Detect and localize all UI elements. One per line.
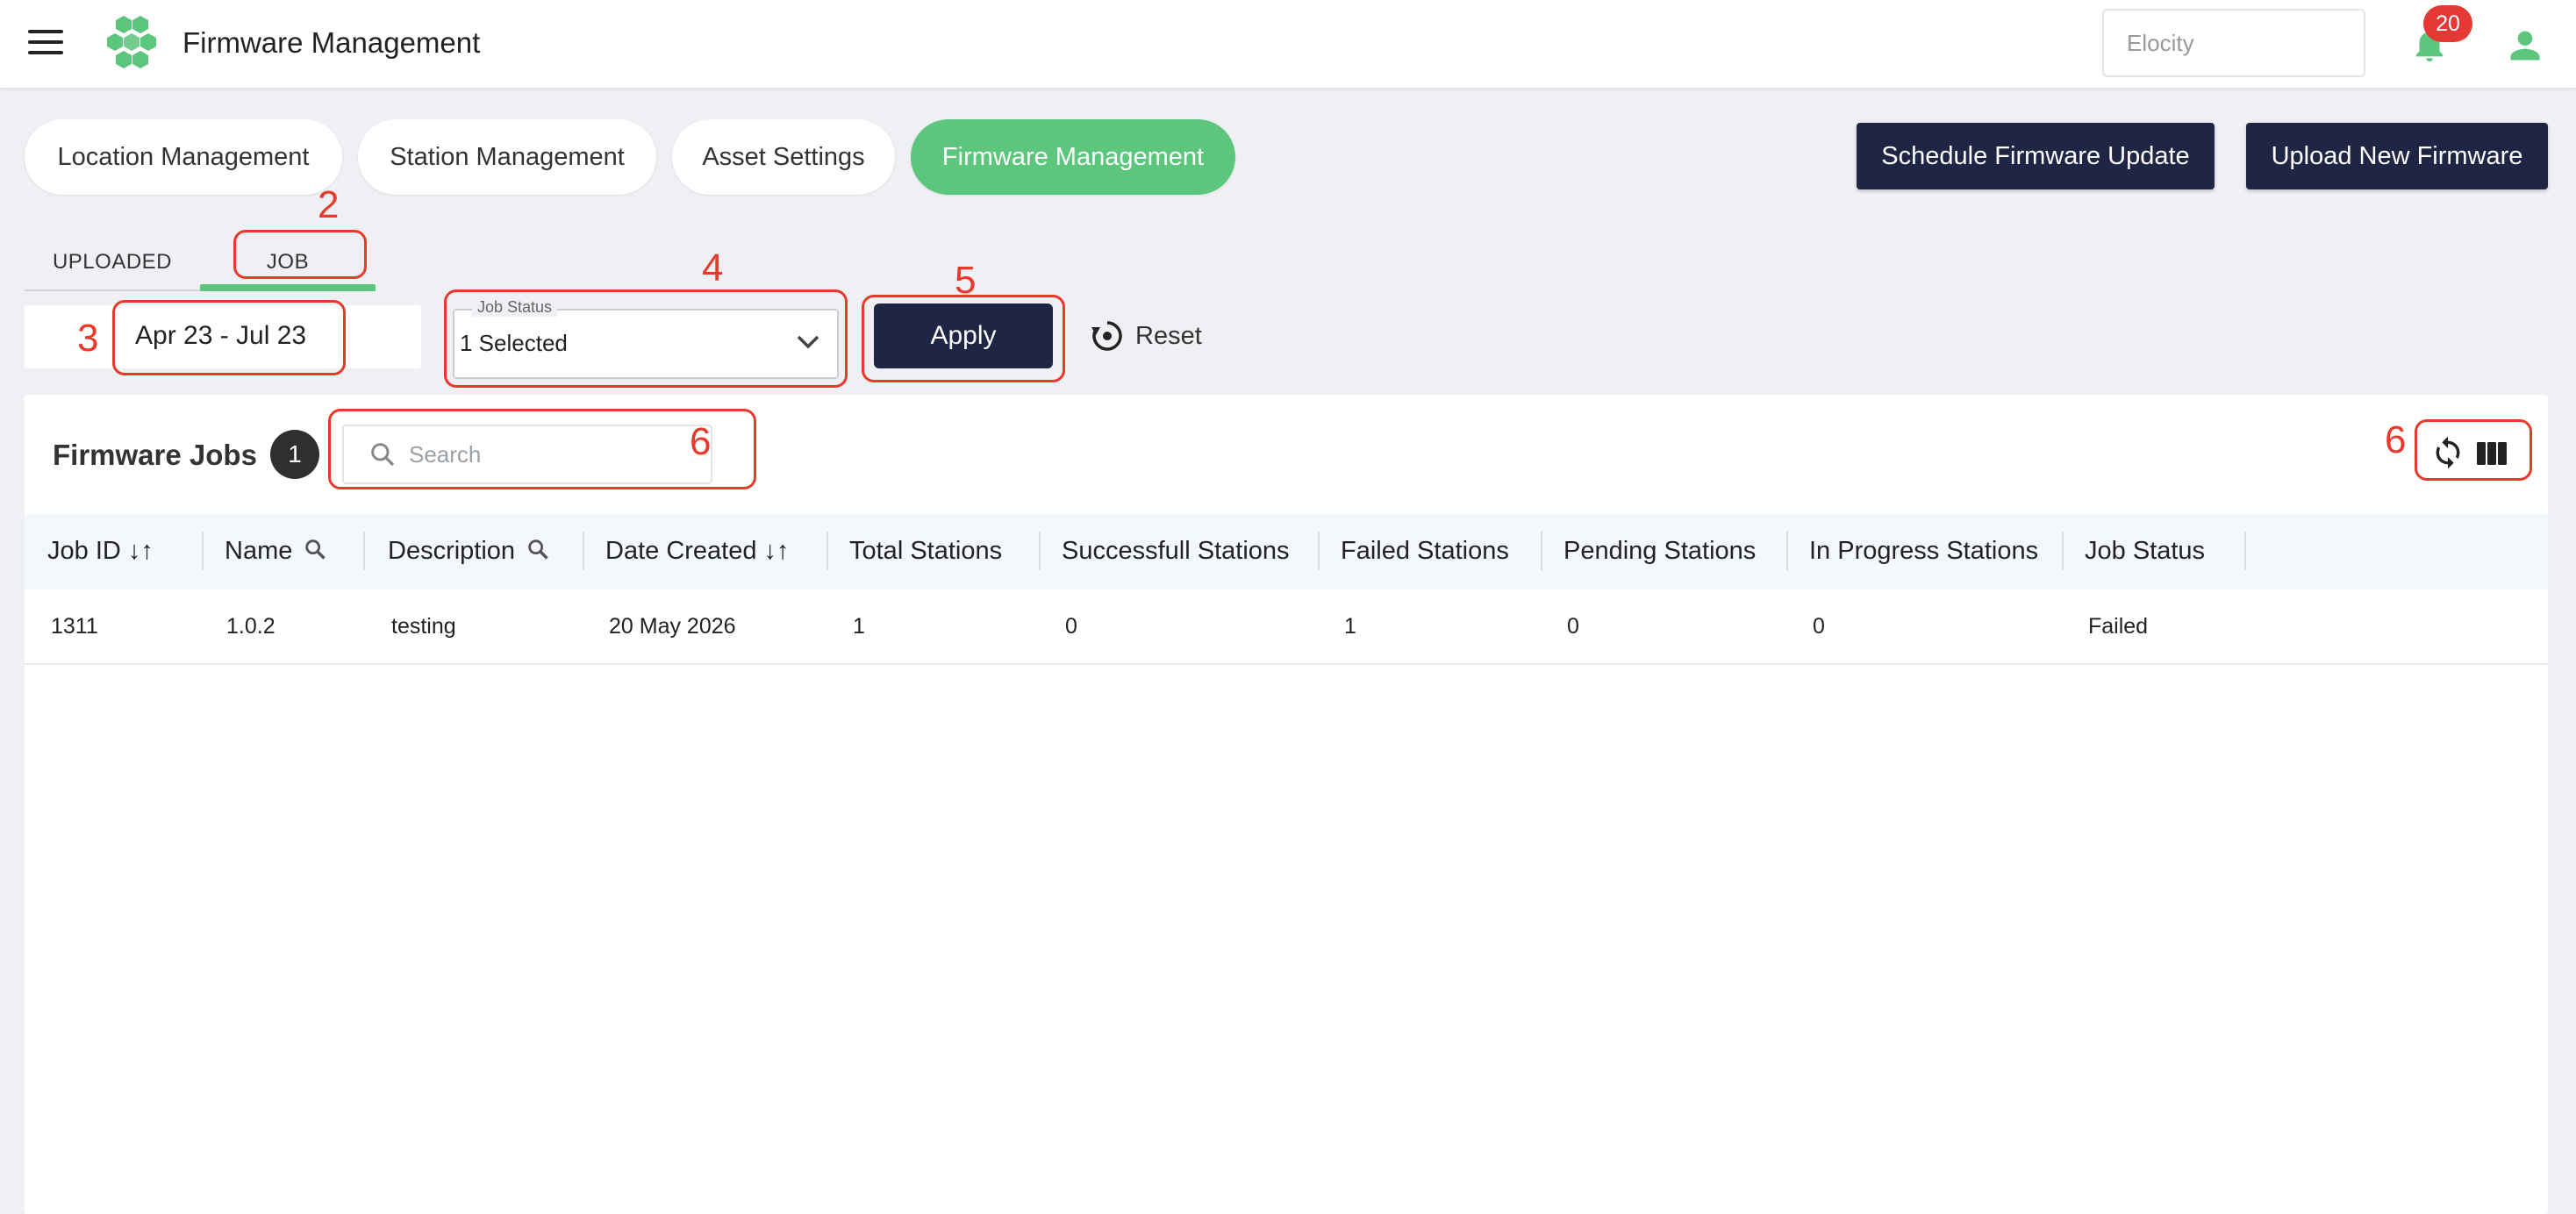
table-search-input[interactable] bbox=[409, 433, 698, 475]
date-range-value[interactable]: Apr 23 - Jul 23 bbox=[135, 321, 306, 351]
cell-date-created: 20 May 2026 bbox=[609, 614, 736, 639]
nav-firmware-management[interactable]: Firmware Management bbox=[911, 119, 1235, 195]
jobs-count-badge: 1 bbox=[270, 430, 319, 479]
user-account-icon[interactable] bbox=[2506, 26, 2544, 65]
nav-station-management[interactable]: Station Management bbox=[358, 119, 656, 195]
cell-successful-stations: 0 bbox=[1065, 614, 1077, 639]
column-failed-stations[interactable]: Failed Stations bbox=[1341, 537, 1509, 566]
column-description[interactable]: Description bbox=[388, 537, 550, 566]
column-separator bbox=[1039, 532, 1041, 570]
active-tab-indicator bbox=[200, 284, 376, 291]
column-separator bbox=[363, 532, 365, 570]
top-bar: Firmware Management 20 bbox=[0, 0, 2576, 88]
annotation-number: 6 bbox=[2385, 418, 2407, 461]
schedule-firmware-update-button[interactable]: Schedule Firmware Update bbox=[1857, 123, 2215, 189]
top-search-input[interactable] bbox=[2102, 9, 2365, 77]
row-divider bbox=[25, 663, 2548, 665]
reset-icon bbox=[1091, 321, 1122, 351]
app-title: Firmware Management bbox=[182, 26, 481, 59]
column-job-id[interactable]: Job ID ↓↑ bbox=[47, 537, 154, 566]
column-separator bbox=[1786, 532, 1788, 570]
chevron-down-icon[interactable] bbox=[795, 333, 821, 351]
nav-asset-settings[interactable]: Asset Settings bbox=[672, 119, 895, 195]
job-status-value: 1 Selected bbox=[460, 330, 568, 356]
notification-count-badge: 20 bbox=[2423, 5, 2472, 42]
tab-uploaded[interactable]: UPLOADED bbox=[25, 235, 200, 289]
column-name-label: Name bbox=[225, 537, 293, 565]
column-in-progress-stations[interactable]: In Progress Stations bbox=[1809, 537, 2038, 566]
column-name[interactable]: Name bbox=[225, 537, 327, 566]
logo-icon bbox=[107, 16, 156, 68]
refresh-icon[interactable] bbox=[2430, 435, 2465, 470]
annotation-number: 2 bbox=[318, 183, 340, 226]
job-status-label: Job Status bbox=[472, 298, 558, 317]
reset-button[interactable]: Reset bbox=[1090, 314, 1202, 358]
column-job-status[interactable]: Job Status bbox=[2085, 537, 2205, 566]
hamburger-menu-icon[interactable] bbox=[28, 30, 63, 58]
column-separator bbox=[826, 532, 828, 570]
column-separator bbox=[202, 532, 204, 570]
nav-location-management[interactable]: Location Management bbox=[25, 119, 342, 195]
cell-failed-stations: 1 bbox=[1344, 614, 1356, 639]
column-separator bbox=[583, 532, 584, 570]
column-date-created[interactable]: Date Created ↓↑ bbox=[605, 537, 790, 566]
column-total-stations[interactable]: Total Stations bbox=[849, 537, 1002, 566]
cell-name: 1.0.2 bbox=[226, 614, 275, 639]
cell-job-id: 1311 bbox=[51, 614, 98, 639]
filter-search-icon[interactable] bbox=[526, 537, 550, 561]
cell-job-status: Failed bbox=[2088, 614, 2149, 639]
cell-total-stations: 1 bbox=[853, 614, 865, 639]
annotation-number: 6 bbox=[690, 420, 712, 463]
column-separator bbox=[2244, 532, 2246, 570]
annotation-number: 5 bbox=[955, 259, 977, 302]
reset-label: Reset bbox=[1135, 321, 1202, 350]
column-separator bbox=[2062, 532, 2064, 570]
card-title: Firmware Jobs bbox=[53, 439, 257, 471]
annotation-number: 4 bbox=[702, 246, 724, 289]
tab-job[interactable]: JOB bbox=[200, 235, 376, 289]
column-pending-stations[interactable]: Pending Stations bbox=[1563, 537, 1756, 566]
annotation-number: 3 bbox=[77, 317, 99, 360]
column-separator bbox=[1318, 532, 1320, 570]
filter-search-icon[interactable] bbox=[303, 537, 327, 561]
cell-pending-stations: 0 bbox=[1567, 614, 1579, 639]
search-icon bbox=[371, 443, 395, 467]
apply-button[interactable]: Apply bbox=[874, 304, 1053, 368]
columns-icon[interactable] bbox=[2476, 440, 2508, 467]
cell-in-progress-stations: 0 bbox=[1813, 614, 1825, 639]
cell-description: testing bbox=[391, 614, 456, 639]
column-separator bbox=[1541, 532, 1542, 570]
column-description-label: Description bbox=[388, 537, 516, 565]
column-successful-stations[interactable]: Successfull Stations bbox=[1062, 537, 1290, 566]
upload-new-firmware-button[interactable]: Upload New Firmware bbox=[2246, 123, 2548, 189]
